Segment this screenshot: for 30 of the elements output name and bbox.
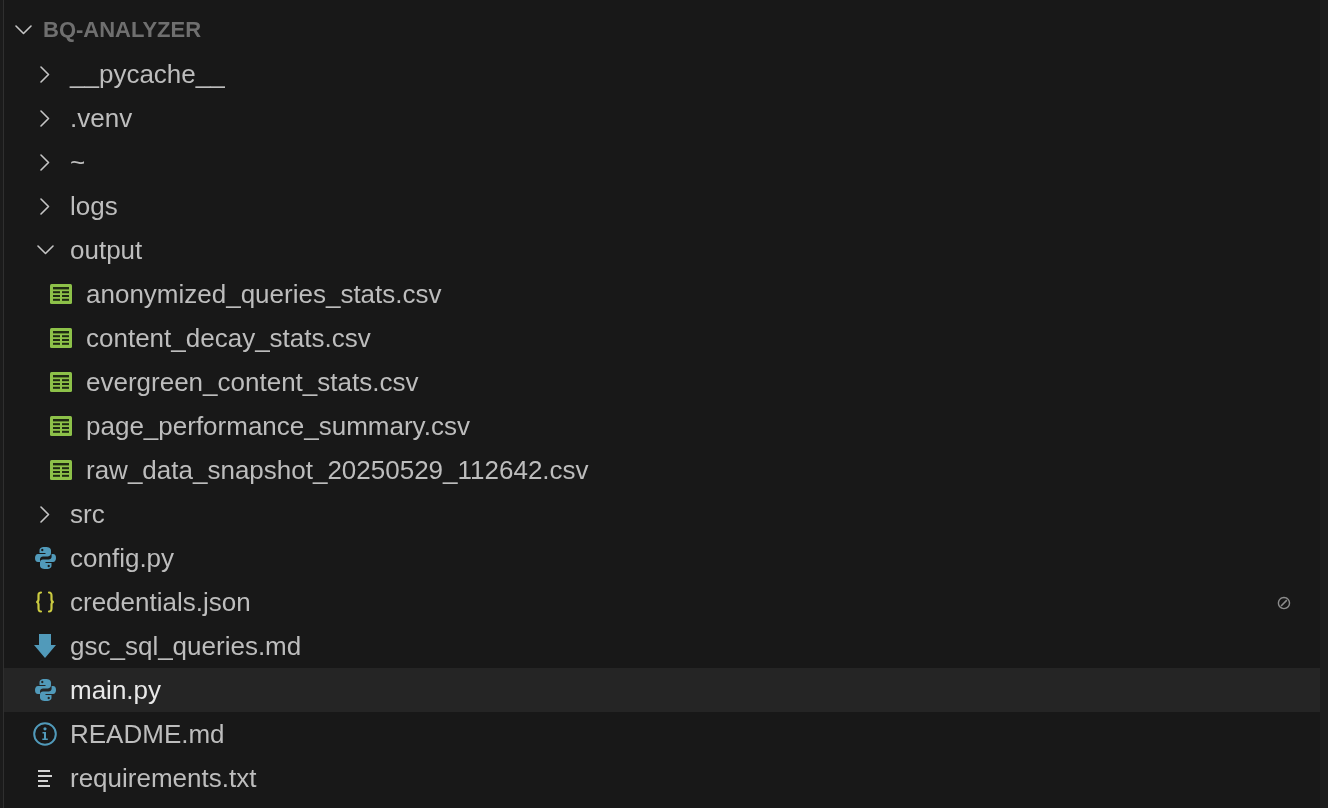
project-header[interactable]: BQ-ANALYZER — [4, 8, 1320, 52]
status-decoration: ⊘ — [1276, 591, 1292, 613]
folder-item[interactable]: src — [4, 492, 1320, 536]
file-item[interactable]: page_performance_summary.csv — [4, 404, 1320, 448]
file-item[interactable]: evergreen_content_stats.csv — [4, 360, 1320, 404]
python-icon — [34, 547, 56, 569]
file-item[interactable]: gsc_sql_queries.md — [4, 624, 1320, 668]
folder-item[interactable]: .venv — [4, 96, 1320, 140]
file-item[interactable]: config.py — [4, 536, 1320, 580]
file-item[interactable]: content_decay_stats.csv — [4, 316, 1320, 360]
folder-item[interactable]: ~ — [4, 140, 1320, 184]
spreadsheet-icon — [50, 460, 72, 480]
arrow-down-icon — [34, 634, 56, 658]
spreadsheet-icon — [50, 372, 72, 392]
python-icon — [34, 679, 56, 701]
spreadsheet-icon — [50, 328, 72, 348]
folder-item[interactable]: __pycache__ — [4, 52, 1320, 96]
spreadsheet-icon — [50, 284, 72, 304]
file-item[interactable]: raw_data_snapshot_20250529_112642.csv — [4, 448, 1320, 492]
lines-icon — [38, 769, 52, 787]
info-icon — [33, 722, 57, 746]
file-item[interactable]: credentials.json ⊘ — [4, 580, 1320, 624]
folder-item[interactable]: logs — [4, 184, 1320, 228]
file-item[interactable]: README.md — [4, 712, 1320, 756]
file-item[interactable]: requirements.txt — [4, 756, 1320, 800]
spreadsheet-icon — [50, 416, 72, 436]
folder-item[interactable]: output — [4, 228, 1320, 272]
file-item[interactable]: anonymized_queries_stats.csv — [4, 272, 1320, 316]
braces-icon — [35, 591, 55, 613]
file-item[interactable]: main.py — [4, 668, 1320, 712]
